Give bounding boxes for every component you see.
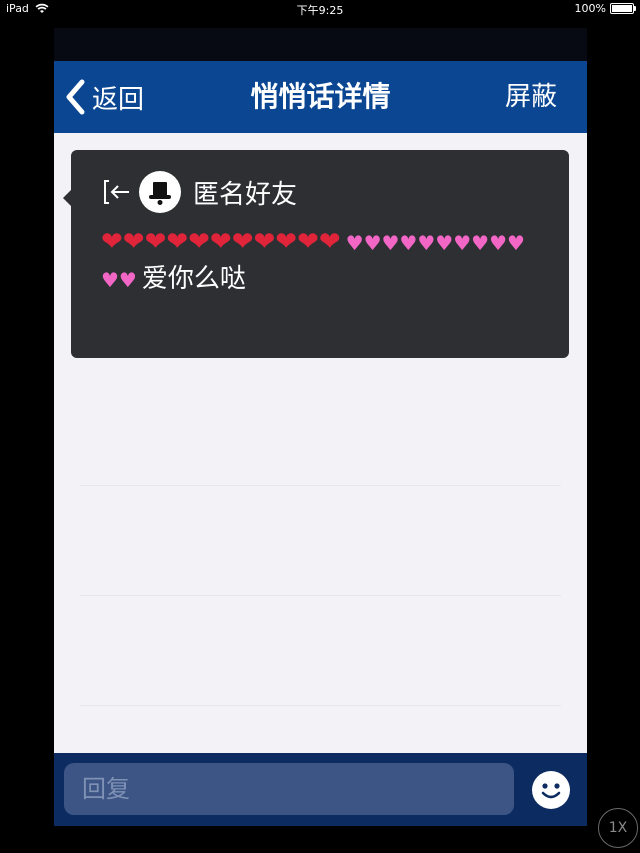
anonymous-avatar <box>139 171 181 213</box>
divider <box>80 485 561 486</box>
zoom-badge[interactable]: 1X <box>598 808 638 848</box>
message-area: 匿名好友 ❤❤❤❤❤❤❤❤❤❤❤ ♥♥♥♥♥♥♥♥♥♥♥♥ 爱你么哒 <box>54 133 587 753</box>
battery-icon <box>610 3 636 14</box>
nav-bar: 悄悄话详情 返回 屏蔽 <box>54 61 587 133</box>
divider <box>80 595 561 596</box>
smiley-icon[interactable] <box>531 770 571 810</box>
reply-input[interactable] <box>64 763 514 815</box>
bubble-tail <box>63 190 71 206</box>
battery-percent: 100% <box>574 2 606 15</box>
status-bar: iPad 下午9:25 100% <box>0 0 640 18</box>
sender-row: 匿名好友 <box>101 170 545 214</box>
chevron-left-icon <box>66 79 85 115</box>
divider <box>80 705 561 706</box>
back-label: 返回 <box>92 84 145 115</box>
status-time: 下午9:25 <box>296 4 344 17</box>
message-body: ❤❤❤❤❤❤❤❤❤❤❤ ♥♥♥♥♥♥♥♥♥♥♥♥ 爱你么哒 <box>101 224 541 298</box>
top-hat-icon <box>149 182 171 205</box>
message-bubble: 匿名好友 ❤❤❤❤❤❤❤❤❤❤❤ ♥♥♥♥♥♥♥♥♥♥♥♥ 爱你么哒 <box>63 150 569 358</box>
red-hearts: ❤❤❤❤❤❤❤❤❤❤❤ <box>101 227 341 257</box>
reply-arrow-icon[interactable] <box>101 176 133 208</box>
status-right: 100% <box>574 2 636 15</box>
message-text: 爱你么哒 <box>141 264 246 294</box>
sender-name: 匿名好友 <box>193 179 298 210</box>
block-button[interactable]: 屏蔽 <box>505 75 557 119</box>
back-button[interactable]: 返回 <box>64 75 144 119</box>
reply-bar <box>54 753 587 826</box>
